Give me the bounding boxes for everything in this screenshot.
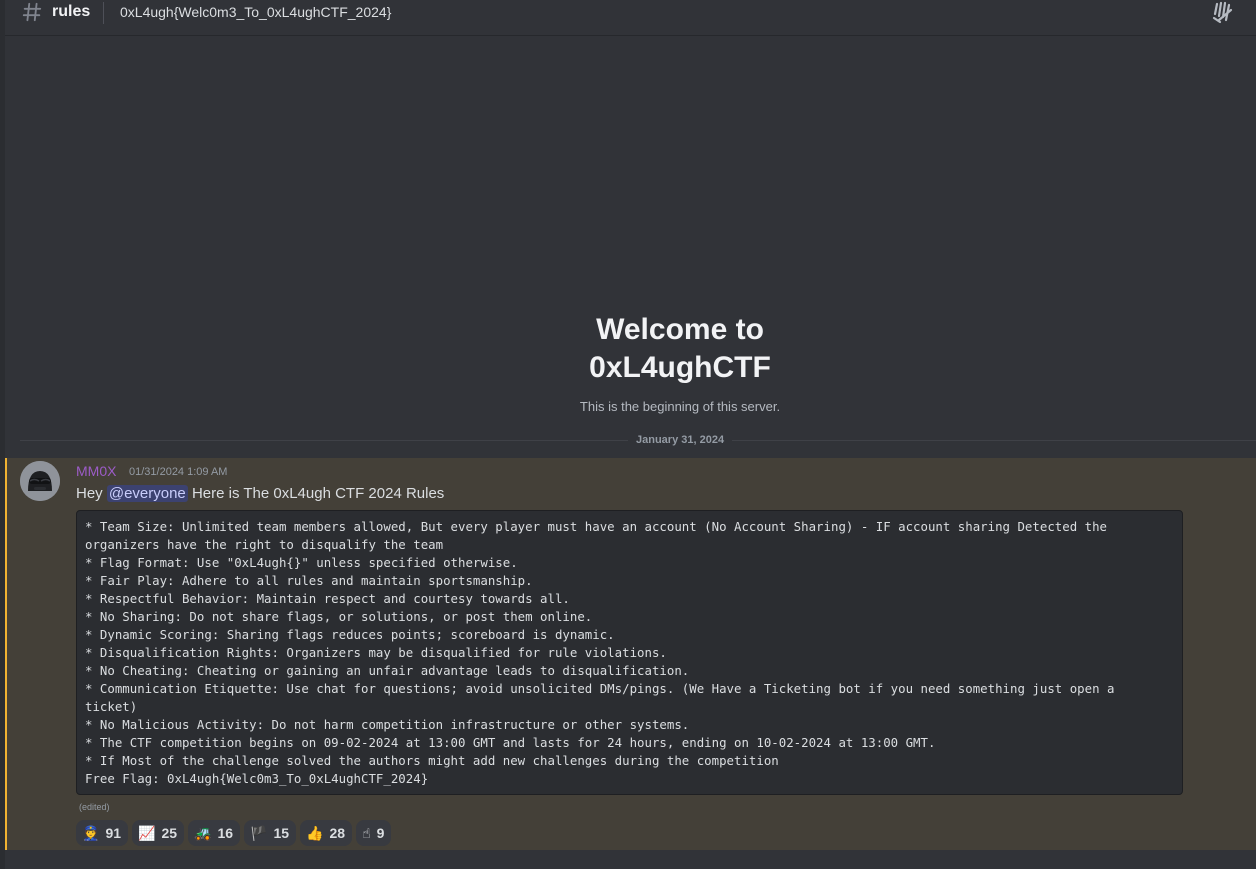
welcome-title: Welcome to 0xL4ughCTF [480, 311, 880, 387]
welcome-title-line2: 0xL4ughCTF [589, 351, 771, 384]
rule-line: * If Most of the challenge solved the au… [85, 753, 779, 768]
channel-name: rules [52, 3, 91, 20]
header-divider [103, 2, 104, 24]
hash-icon [22, 2, 42, 22]
threads-icon[interactable] [1211, 0, 1237, 24]
rule-line: * Communication Etiquette: Use chat for … [85, 681, 1122, 714]
rule-line: * Flag Format: Use "0xL4ugh{}" unless sp… [85, 555, 518, 570]
welcome-title-line1: Welcome to [596, 313, 764, 346]
message-text-after: Here is The 0xL4ugh CTF 2024 Rules [187, 485, 445, 502]
mention-highlight-bar [5, 458, 7, 850]
bottom-strip [5, 850, 1256, 869]
rule-line: * No Cheating: Cheating or gaining an un… [85, 663, 690, 678]
message-author[interactable]: MM0X [76, 463, 116, 479]
rule-line: * The CTF competition begins on 09-02-20… [85, 735, 936, 750]
message-text-before: Hey [76, 485, 107, 502]
reaction-count: 9 [376, 825, 385, 841]
reaction-count: 28 [329, 825, 346, 841]
rule-line: * Respectful Behavior: Maintain respect … [85, 591, 570, 606]
reaction-button[interactable]: 🚜 16 [188, 820, 241, 846]
reaction-count: 91 [105, 825, 122, 841]
reaction-emoji: 👮 [82, 825, 100, 841]
reaction-button[interactable]: 🏴 15 [244, 820, 297, 846]
welcome-subtitle: This is the beginning of this server. [579, 399, 781, 414]
rule-line: * No Malicious Activity: Do not harm com… [85, 717, 690, 732]
rule-line: * Disqualification Rights: Organizers ma… [85, 645, 667, 660]
everyone-mention[interactable]: @everyone [106, 485, 188, 502]
rules-codeblock: * Team Size: Unlimited team members allo… [76, 510, 1183, 795]
reaction-button[interactable]: ☝ 9 [356, 820, 392, 846]
reactions-bar: 👮 91 📈 25 🚜 16 🏴 15 👍 28 ☝ 9 [76, 820, 392, 846]
message[interactable]: MM0X 01/31/2024 1:09 AM Hey @everyone He… [5, 458, 1256, 850]
reaction-button[interactable]: 👍 28 [300, 820, 353, 846]
message-text: Hey @everyone Here is The 0xL4ugh CTF 20… [76, 484, 444, 504]
reaction-count: 25 [161, 825, 178, 841]
date-divider-label: January 31, 2024 [628, 432, 733, 448]
reaction-emoji: 🚜 [194, 825, 212, 841]
reaction-emoji: 👍 [306, 825, 324, 841]
channel-topic[interactable]: 0xL4ugh{Welc0m3_To_0xL4ughCTF_2024} [120, 3, 391, 21]
rule-line: * No Sharing: Do not share flags, or sol… [85, 609, 593, 624]
avatar[interactable] [20, 461, 60, 501]
reaction-emoji: ☝ [362, 825, 371, 841]
edited-label: (edited) [79, 802, 110, 812]
channel-header: rules 0xL4ugh{Welc0m3_To_0xL4ughCTF_2024… [5, 0, 1256, 36]
rule-line: * Team Size: Unlimited team members allo… [85, 519, 1115, 552]
avatar-icon [20, 461, 60, 501]
reaction-emoji: 🏴 [250, 825, 268, 841]
rule-line: * Dynamic Scoring: Sharing flags reduces… [85, 627, 615, 642]
reaction-emoji: 📈 [138, 825, 156, 841]
message-timestamp: 01/31/2024 1:09 AM [129, 466, 228, 478]
rule-line: Free Flag: 0xL4ugh{Welc0m3_To_0xL4ughCTF… [85, 771, 429, 786]
reaction-count: 15 [273, 825, 290, 841]
reaction-button[interactable]: 👮 91 [76, 820, 129, 846]
rule-line: * Fair Play: Adhere to all rules and mai… [85, 573, 533, 588]
reaction-count: 16 [217, 825, 234, 841]
reaction-button[interactable]: 📈 25 [132, 820, 185, 846]
